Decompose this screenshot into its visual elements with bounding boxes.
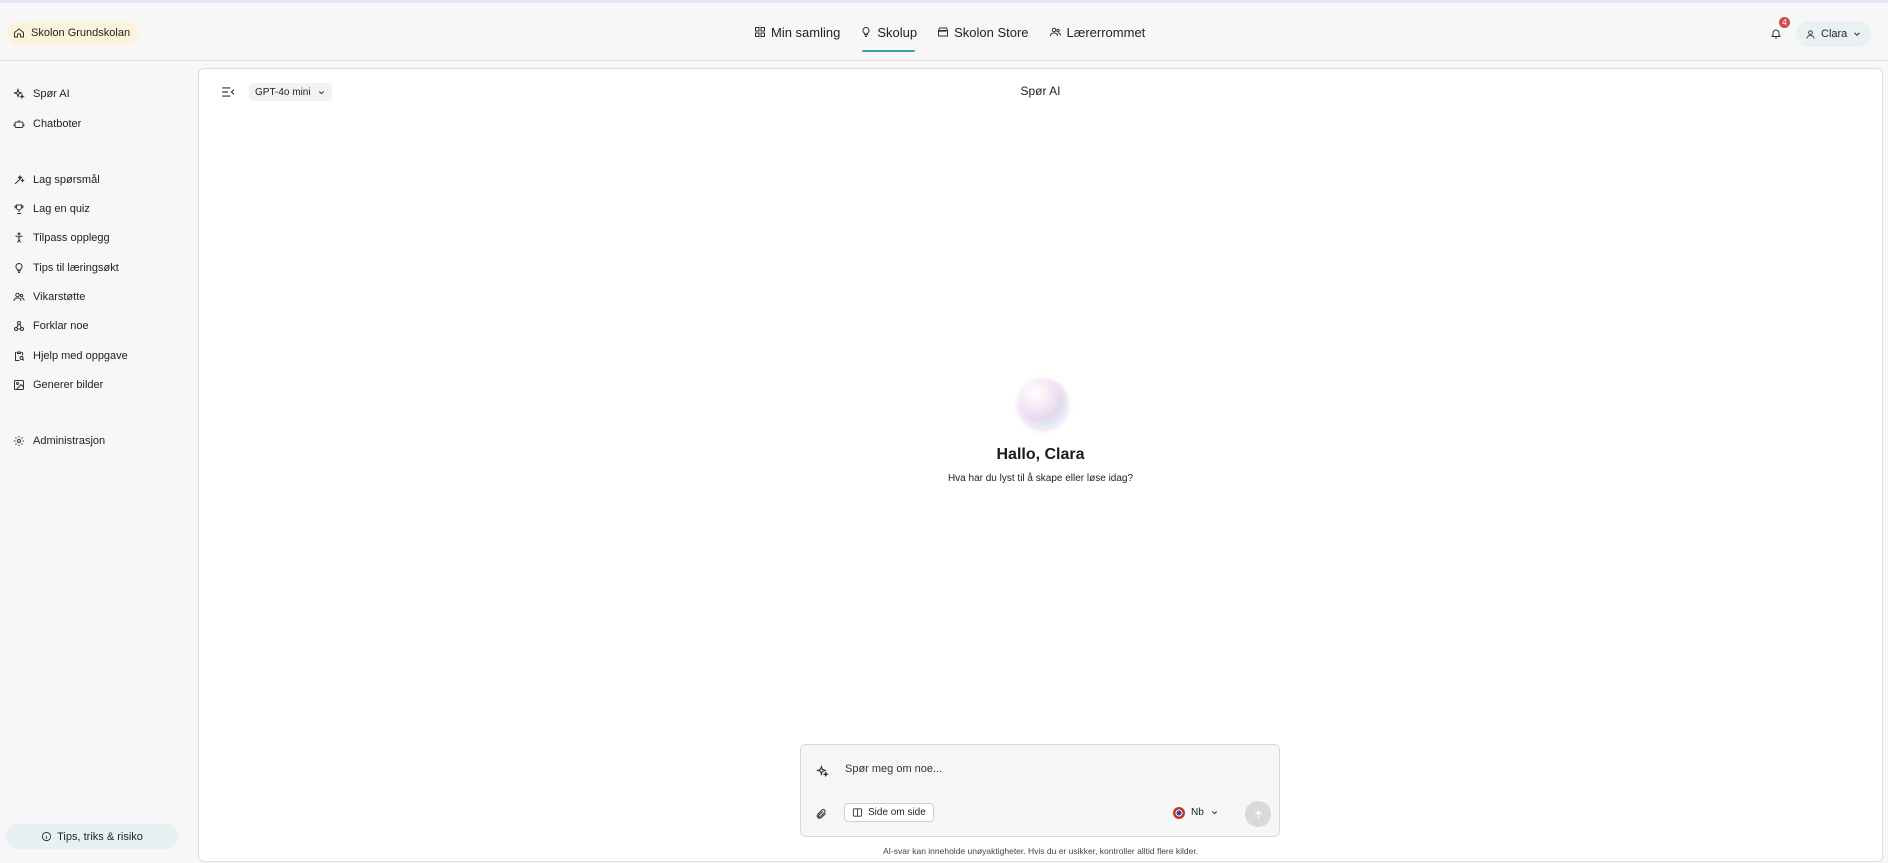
bell-icon: [1770, 29, 1782, 38]
user-icon: [1806, 29, 1815, 39]
sidebar-item-label: Hjelp med oppgave: [33, 350, 128, 362]
image-icon: [14, 380, 24, 390]
user-name: Clara: [1821, 28, 1848, 40]
flag-icon: [1173, 806, 1185, 819]
sidebar-item-label: Forklar noe: [33, 320, 89, 332]
arrow-up-icon: [1254, 809, 1262, 818]
language-selector[interactable]: Nb: [1167, 803, 1225, 822]
grid-icon: [755, 27, 765, 37]
disclaimer: AI-svar kan inneholde unøyaktigheter. Hv…: [882, 846, 1199, 856]
language-label: Nb: [1191, 807, 1204, 818]
school-button[interactable]: Skolon Grundskolan: [7, 21, 139, 45]
wand-icon: [14, 174, 25, 185]
sidebar-item-lag-sporsmal[interactable]: Lag spørsmål: [8, 169, 188, 191]
store-icon: [938, 27, 949, 37]
notification-badge: 4: [1779, 17, 1790, 28]
sidebar-item-lag-en-quiz[interactable]: Lag en quiz: [8, 198, 188, 220]
side-by-side-button[interactable]: Side om side: [844, 803, 934, 822]
nav-min-samling[interactable]: Min samling: [744, 3, 850, 61]
accessibility-icon: [15, 232, 23, 243]
nav-label: Lærerrommet: [1066, 24, 1146, 40]
users-icon: [13, 292, 25, 302]
sidebar-item-tilpass-opplegg[interactable]: Tilpass opplegg: [8, 227, 188, 249]
sidebar-item-vikarstotte[interactable]: Vikarstøtte: [8, 286, 188, 308]
lightbulb-icon: [15, 262, 23, 273]
sidebar-item-label: Lag spørsmål: [33, 174, 100, 186]
sidebar-item-generer-bilder[interactable]: Generer bilder: [8, 374, 188, 396]
nav-laererrommet[interactable]: Lærerrommet: [1039, 3, 1156, 61]
tips-label: Tips, triks & risiko: [57, 830, 143, 843]
people-icon: [1049, 27, 1061, 37]
paperclip-icon: [816, 809, 826, 819]
chevron-down-icon: [1854, 32, 1861, 36]
sparkles-icon: [13, 88, 25, 100]
lightbulb-icon: [862, 26, 870, 37]
greeting: Hallo, Clara: [996, 446, 1085, 463]
home-icon: [14, 28, 24, 38]
nav-skolon-store[interactable]: Skolon Store: [927, 3, 1038, 61]
nav-label: Skolup: [877, 24, 918, 40]
attach-button[interactable]: [815, 807, 827, 825]
sidebar: Spør AI Chatboter Lag spørsmål Lag en qu…: [0, 62, 196, 863]
sidebar-item-label: Vikarstøtte: [33, 291, 86, 303]
chevron-down-icon: [1211, 811, 1217, 815]
sidebar-item-tips-laeringsokt[interactable]: Tips til læringsøkt: [8, 257, 188, 279]
prompt-input[interactable]: [845, 759, 1245, 779]
greeting-subtitle: Hva har du lyst til å skape eller løse i…: [947, 473, 1134, 484]
user-menu-button[interactable]: Clara: [1796, 21, 1872, 47]
nav-label: Min samling: [771, 24, 841, 40]
sidebar-item-label: Chatboter: [33, 118, 82, 130]
trophy-icon: [14, 204, 24, 214]
school-name: Skolon Grundskolan: [31, 27, 131, 39]
nav-skolup[interactable]: Skolup: [850, 3, 927, 61]
bot-icon: [13, 120, 25, 128]
sidebar-item-label: Lag en quiz: [33, 203, 90, 215]
tips-button[interactable]: Tips, triks & risiko: [6, 824, 178, 849]
main-nav: Min samling Skolup Skolon Store Lærerrom…: [744, 3, 1155, 61]
sidebar-item-label: Tilpass opplegg: [33, 232, 110, 244]
composer: Side om side Nb: [800, 744, 1280, 837]
top-bar: Skolon Grundskolan Min samling Skolup Sk…: [0, 3, 1888, 61]
side-by-side-label: Side om side: [868, 807, 926, 818]
main-panel: GPT-4o mini Spør AI Hallo, Clara Hva har…: [198, 68, 1883, 862]
sparkles-icon: [816, 765, 829, 778]
sidebar-item-spor-ai[interactable]: Spør AI: [8, 83, 188, 105]
send-button[interactable]: [1245, 801, 1271, 827]
sidebar-item-administrasjon[interactable]: Administrasjon: [8, 430, 188, 452]
sidebar-item-label: Tips til læringsøkt: [33, 262, 119, 274]
sidebar-item-forklar-noe[interactable]: Forklar noe: [8, 315, 188, 337]
sidebar-item-hjelp-med-oppgave[interactable]: Hjelp med oppgave: [8, 345, 188, 367]
shapes-icon: [14, 321, 24, 331]
sidebar-item-label: Generer bilder: [33, 379, 104, 391]
sidebar-item-label: Administrasjon: [33, 435, 106, 447]
sidebar-item-label: Spør AI: [33, 88, 70, 100]
info-icon: [42, 831, 52, 842]
page-title: Spør AI: [1020, 84, 1061, 98]
columns-icon: [852, 808, 863, 817]
clipboard-search-icon: [15, 351, 25, 361]
nav-label: Skolon Store: [954, 24, 1029, 40]
ai-orb-avatar: [1018, 378, 1068, 428]
sidebar-item-chatboter[interactable]: Chatboter: [8, 113, 188, 135]
gear-icon: [14, 436, 24, 446]
